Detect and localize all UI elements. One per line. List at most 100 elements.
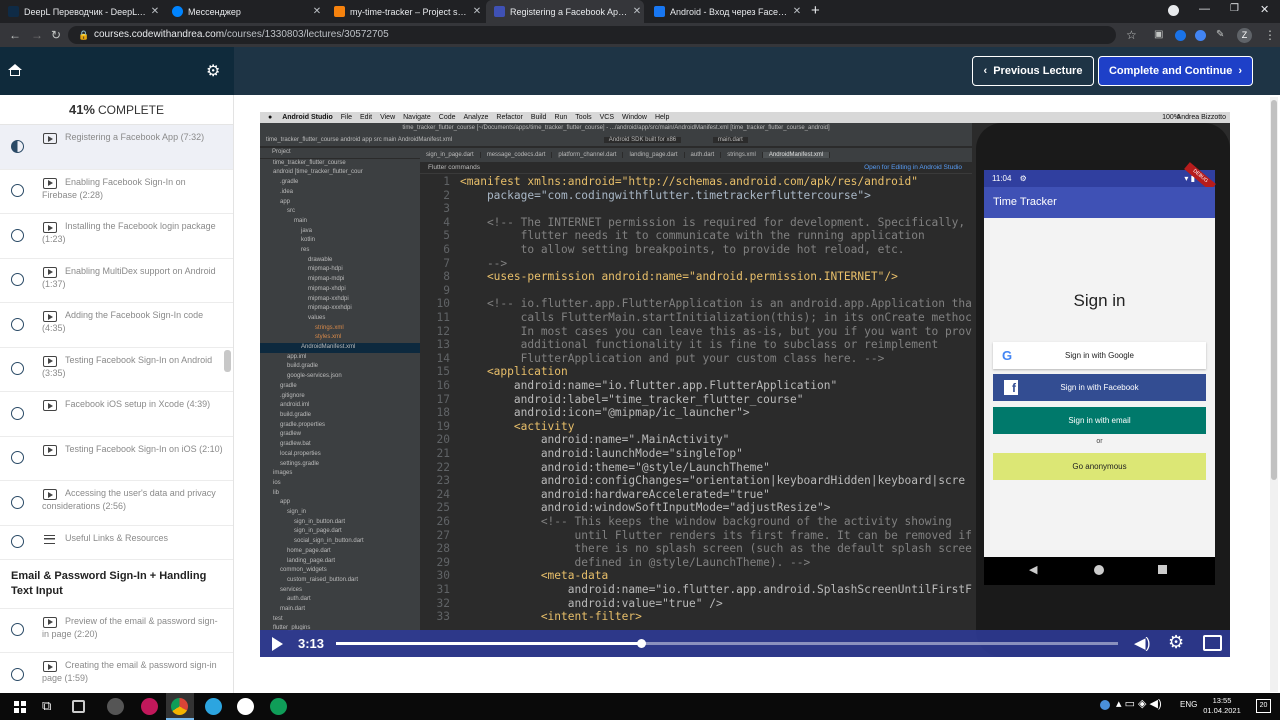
project-tree-item[interactable]: gradle.properties [260,421,420,431]
clock[interactable]: 13:55 01.04.2021 [1200,696,1244,716]
close-icon[interactable]: ✕ [148,6,162,17]
project-tree-item[interactable]: ios [260,479,420,489]
project-tree-item[interactable]: mipmap-mdpi [260,275,420,285]
lecture-item[interactable]: Enabling Facebook Sign-In on Firebase (2… [0,170,233,214]
project-tree-item[interactable]: values [260,314,420,324]
taskbar-app-icon-3[interactable] [237,698,254,715]
url-bar[interactable]: 🔒 courses.codewithandrea.com/courses/133… [68,26,1116,44]
new-tab-plus-icon[interactable]: + [811,2,820,20]
browser-tab-1[interactable]: DeepL Переводчик - DeepL Tra ✕ [0,0,162,23]
project-tree-item[interactable]: java [260,227,420,237]
project-tree-item[interactable]: mipmap-xxhdpi [260,295,420,305]
lecture-item[interactable]: Preview of the email & password sign-in … [0,609,233,653]
project-tree-item[interactable]: home_page.dart [260,547,420,557]
lecture-item[interactable]: Accessing the user's data and privacy co… [0,481,233,526]
project-tree-item[interactable]: sign_in_button.dart [260,518,420,528]
window-close-icon[interactable]: ✕ [1260,3,1269,16]
extensions-puzzle-icon[interactable]: ✎ [1216,23,1224,47]
forward-arrow-icon[interactable]: → [31,23,43,47]
project-tree-item[interactable]: sign_in [260,508,420,518]
project-tree-item[interactable]: lib [260,489,420,499]
lecture-item[interactable]: Enabling MultiDex support on Android (1:… [0,259,233,303]
project-tree-item[interactable]: app [260,198,420,208]
close-icon[interactable]: ✕ [630,6,644,17]
telegram-icon[interactable] [205,698,222,715]
mac-menu-item[interactable]: Window [622,114,647,121]
taskbar-app-icon[interactable] [107,698,124,715]
taskbar-app-icon-4[interactable] [270,698,287,715]
project-tree-item[interactable]: main [260,217,420,227]
lecture-item[interactable]: Useful Links & Resources [0,526,233,560]
project-tree-item[interactable]: AndroidManifest.xml [260,343,420,353]
project-tree-item[interactable]: mipmap-hdpi [260,265,420,275]
tray-icons[interactable]: ▴ ▭ ◈ ◀) [1116,697,1162,710]
mac-menu-item[interactable]: VCS [600,114,614,121]
fullscreen-icon[interactable] [1203,635,1222,651]
completion-circle-icon[interactable] [11,406,24,420]
close-icon[interactable]: ✕ [790,6,804,17]
completion-circle-icon[interactable] [11,535,24,548]
sign-in-google-button[interactable]: G Sign in with Google [993,342,1206,369]
project-tree-item[interactable]: services [260,586,420,596]
editor-tab[interactable]: sign_in_page.dart [420,152,481,158]
project-tree-item[interactable]: android [time_tracker_flutter_cour [260,168,420,178]
bookmark-star-icon[interactable]: ☆ [1126,23,1137,47]
project-tree-item[interactable]: gradlew.bat [260,440,420,450]
language-indicator[interactable]: ENG [1180,700,1197,709]
project-tree-item[interactable]: images [260,469,420,479]
previous-lecture-button[interactable]: ‹ Previous Lecture [972,56,1094,86]
project-tree-item[interactable]: main.dart [260,605,420,615]
file-explorer-icon[interactable] [72,700,85,713]
close-icon[interactable]: ✕ [470,6,484,17]
extension-icon[interactable]: ▣ [1154,23,1163,47]
mac-menu-item[interactable]: Help [655,114,669,121]
mac-menu-item[interactable]: Android Studio [282,114,333,121]
project-tree-item[interactable]: build.gradle [260,362,420,372]
project-tree-item[interactable]: styles.xml [260,333,420,343]
taskbar-app-icon-2[interactable] [141,698,158,715]
mac-menu-item[interactable]: Tools [575,114,591,121]
editor-tab[interactable]: message_codecs.dart [480,152,553,158]
page-scrollbar[interactable] [1270,97,1278,692]
home-icon[interactable] [8,64,22,76]
project-tree-item[interactable]: .gradle [260,178,420,188]
media-control-icon[interactable] [1168,5,1179,16]
complete-and-continue-button[interactable]: Complete and Continue › [1098,56,1253,86]
editor-tab[interactable]: auth.dart [684,152,722,158]
project-tree-item[interactable]: build.gradle [260,411,420,421]
completion-circle-icon[interactable] [11,228,24,242]
project-tree-item[interactable]: local.properties [260,450,420,460]
browser-tab-2[interactable]: Мессенджер ✕ [164,0,324,23]
editor-tab[interactable]: AndroidManifest.xml [762,152,831,158]
mac-menu-item[interactable]: View [380,114,395,121]
seek-handle[interactable] [636,639,646,648]
project-tree-item[interactable]: custom_raised_button.dart [260,576,420,586]
lecture-item[interactable]: Installing the Facebook login package (1… [0,214,233,259]
project-tree-item[interactable]: mipmap-xxxhdpi [260,304,420,314]
reload-icon[interactable]: ↻ [51,23,61,47]
project-tree-item[interactable]: src [260,207,420,217]
play-icon[interactable] [272,637,283,651]
project-tree-item[interactable]: time_tracker_flutter_course [260,159,420,169]
mac-menu-item[interactable]: Refactor [496,114,522,121]
maximize-icon[interactable]: ❐ [1230,3,1239,14]
project-tree-item[interactable]: app.iml [260,353,420,363]
completion-circle-icon[interactable] [11,184,24,198]
close-icon[interactable]: ✕ [310,6,324,17]
project-tree-item[interactable]: android.iml [260,401,420,411]
volume-icon[interactable]: ◀) [1134,634,1151,652]
sidebar-scrollbar[interactable] [224,350,231,372]
lecture-item[interactable]: Testing Facebook Sign-In on iOS (2:10) [0,437,233,481]
project-tree-item[interactable]: settings.gradle [260,460,420,470]
editor-tab[interactable]: strings.xml [721,152,763,158]
settings-gear-icon[interactable]: ⚙ [206,61,220,81]
browser-menu-icon[interactable]: ⋮ [1264,23,1276,47]
extension-icon-2[interactable] [1175,30,1186,41]
nav-back-icon[interactable]: ◀ [1029,563,1037,576]
lecture-item[interactable]: Creating the email & password sign-in pa… [0,653,233,693]
project-tree-item[interactable]: gradle [260,382,420,392]
project-tree-item[interactable]: kotlin [260,236,420,246]
project-tree-item[interactable]: gradlew [260,430,420,440]
windows-start-icon[interactable] [14,701,26,713]
project-tree-item[interactable]: .idea [260,188,420,198]
